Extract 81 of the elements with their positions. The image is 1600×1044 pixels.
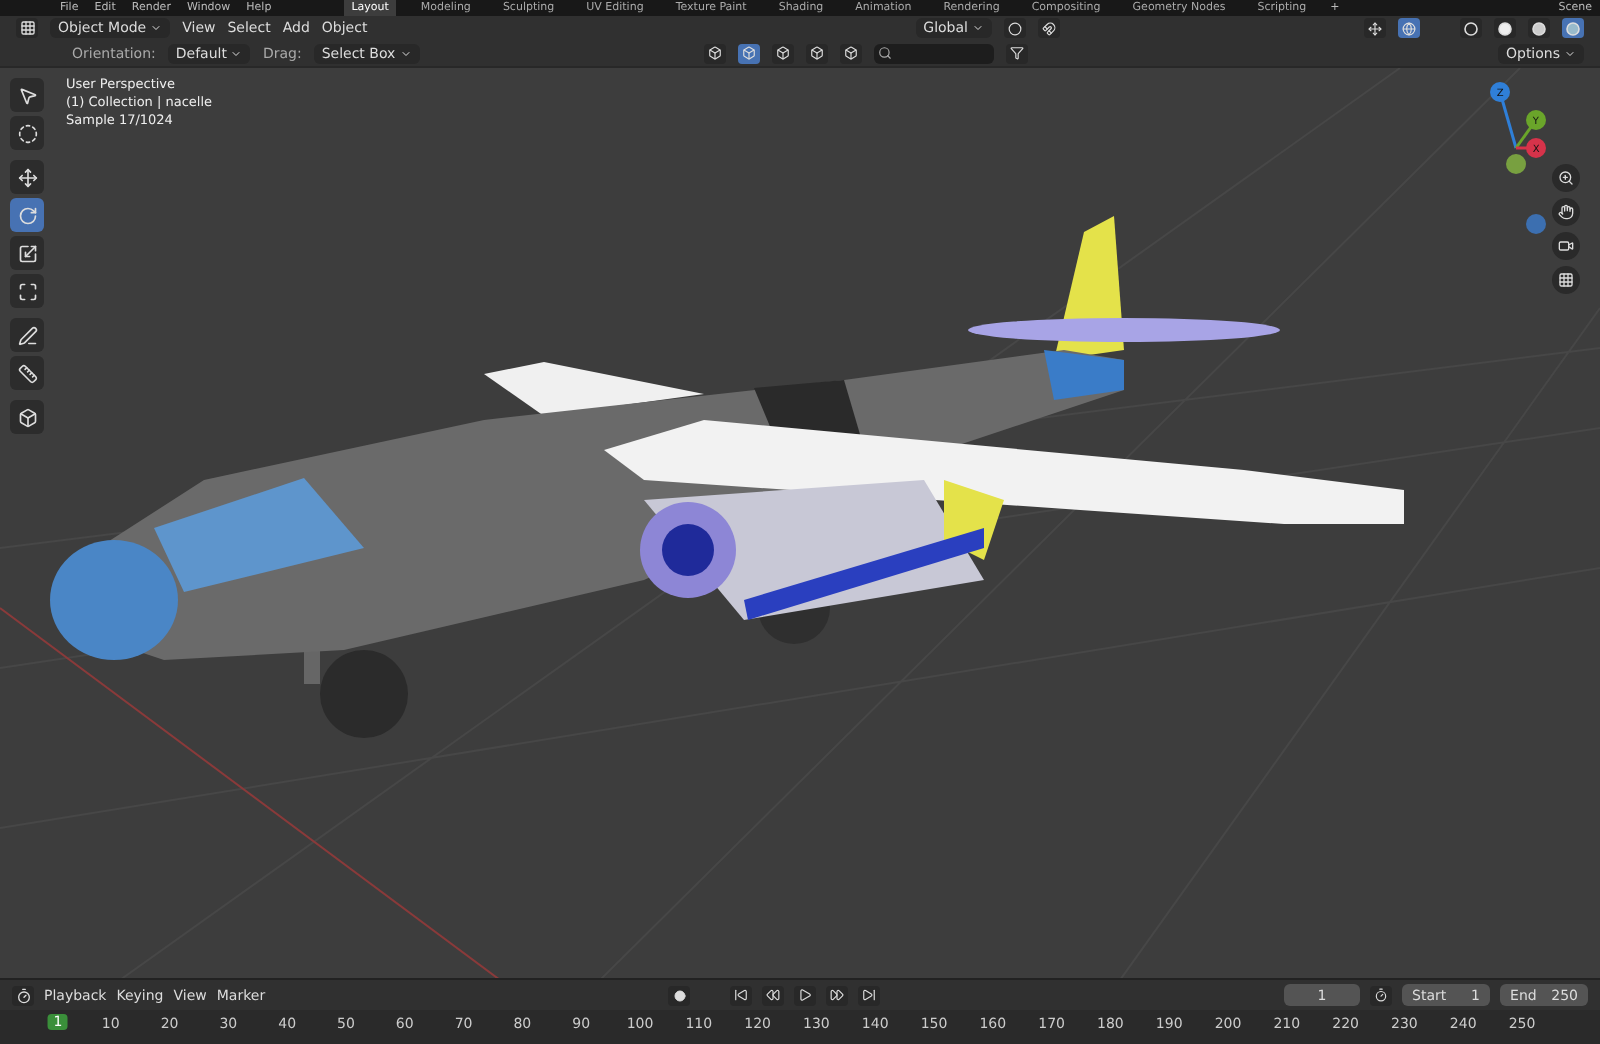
circle-icon xyxy=(1008,21,1022,35)
fast-forward-icon xyxy=(830,988,845,1002)
editor-type-button[interactable] xyxy=(16,18,38,38)
editor-type-button[interactable] xyxy=(12,985,34,1005)
snap-button[interactable] xyxy=(1038,18,1060,38)
grid-icon xyxy=(19,20,35,36)
fast-forward-button[interactable] xyxy=(826,985,849,1005)
add-cube-tool-button[interactable] xyxy=(10,400,44,434)
move-tool-button[interactable] xyxy=(10,160,44,194)
rotate-tool-button[interactable] xyxy=(10,198,44,232)
cube-icon xyxy=(843,46,858,60)
search-field[interactable] xyxy=(873,43,994,63)
cursor-tool-button[interactable] xyxy=(10,116,44,150)
record-icon xyxy=(673,989,686,1001)
zoom-button[interactable] xyxy=(1552,164,1580,192)
gizmo-toggle-button[interactable] xyxy=(1364,18,1386,38)
cursor-arrow-icon xyxy=(17,85,37,105)
zoom-icon xyxy=(1558,170,1574,186)
camera-icon xyxy=(1558,238,1574,254)
measure-tool-button[interactable] xyxy=(10,356,44,390)
caret-icon xyxy=(230,47,243,59)
record-button[interactable] xyxy=(668,985,691,1005)
select-mode-button[interactable] xyxy=(839,43,862,63)
shading-mode-button[interactable] xyxy=(1528,18,1550,38)
hand-icon xyxy=(1558,204,1574,220)
pan-button[interactable] xyxy=(1552,198,1580,226)
sphere-icon xyxy=(1532,21,1546,35)
scale-icon xyxy=(17,243,37,263)
select-tool-button[interactable] xyxy=(10,78,44,112)
pen-icon xyxy=(17,325,37,345)
annotate-tool-button[interactable] xyxy=(10,318,44,352)
caret-icon xyxy=(972,22,984,34)
sphere-icon xyxy=(1566,21,1580,35)
globe-icon xyxy=(1402,21,1416,35)
rewind-icon xyxy=(766,988,781,1002)
select-mode-button[interactable] xyxy=(737,43,760,63)
jump-end-button[interactable] xyxy=(858,985,881,1005)
shading-mode-button[interactable] xyxy=(1562,18,1584,38)
pivot-button[interactable] xyxy=(1004,18,1026,38)
dashed-circle-icon xyxy=(17,123,37,143)
cube-icon xyxy=(741,46,756,60)
select-mode-button[interactable] xyxy=(771,43,794,63)
caret-icon xyxy=(399,47,412,59)
cube-icon xyxy=(17,407,37,427)
ruler-icon xyxy=(17,363,37,383)
jump-start-icon xyxy=(734,988,749,1002)
transform-icon xyxy=(17,281,37,301)
axis-gizmo-dot[interactable] xyxy=(1526,214,1546,234)
grid-icon xyxy=(1558,272,1574,288)
cube-icon xyxy=(775,46,790,60)
play-button[interactable] xyxy=(794,985,817,1005)
play-icon xyxy=(798,988,813,1002)
rotate-icon xyxy=(17,205,37,225)
overlay-toggle-button[interactable] xyxy=(1398,18,1420,38)
sphere-icon xyxy=(1498,21,1512,35)
clock-icon xyxy=(15,987,31,1003)
scale-tool-button[interactable] xyxy=(10,236,44,270)
axis-gizmo-dot[interactable] xyxy=(1506,154,1526,174)
sphere-icon xyxy=(1464,21,1478,35)
transform-tool-button[interactable] xyxy=(10,274,44,308)
cube-icon xyxy=(707,46,722,60)
move-arrows-icon xyxy=(1368,21,1382,35)
filter-icon xyxy=(1009,46,1024,60)
cube-icon xyxy=(809,46,824,60)
caret-icon xyxy=(150,22,163,34)
filter-button[interactable] xyxy=(1005,43,1028,63)
jump-start-button[interactable] xyxy=(730,985,753,1005)
jump-end-icon xyxy=(862,988,877,1002)
rewind-button[interactable] xyxy=(762,985,785,1005)
select-mode-button[interactable] xyxy=(703,43,726,63)
caret-icon xyxy=(1564,47,1576,59)
perspective-button[interactable] xyxy=(1552,266,1580,294)
move-arrows-icon xyxy=(17,167,37,187)
shading-mode-button[interactable] xyxy=(1494,18,1516,38)
shading-mode-button[interactable] xyxy=(1460,18,1482,38)
stopwatch-button[interactable] xyxy=(1370,985,1393,1005)
camera-button[interactable] xyxy=(1552,232,1580,260)
search-icon xyxy=(877,46,892,60)
select-mode-button[interactable] xyxy=(805,43,828,63)
magnet-icon xyxy=(1042,21,1056,35)
stopwatch-icon xyxy=(1374,988,1389,1002)
